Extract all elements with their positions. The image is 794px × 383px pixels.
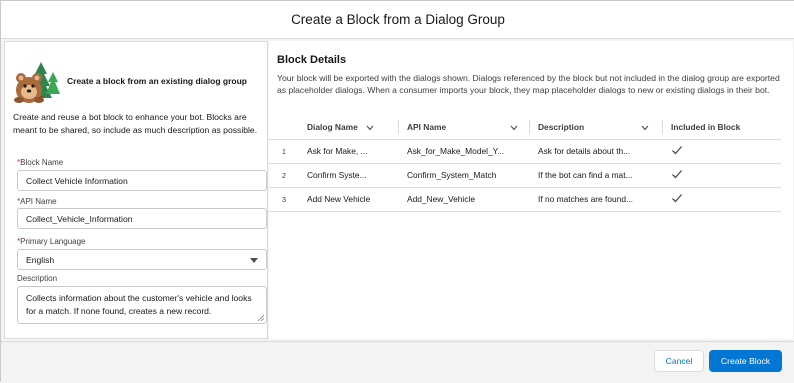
block-form-panel: Create a block from an existing dialog g…	[4, 41, 268, 339]
checkmark-icon	[672, 170, 682, 179]
resize-handle-icon[interactable]	[257, 314, 264, 321]
row-number: 2	[269, 163, 299, 188]
block-details-panel: Block Details Your block will be exporte…	[269, 41, 793, 339]
row-number-header	[269, 115, 299, 140]
api-name-cell: Add_New_Vehicle	[399, 187, 530, 212]
intro-text: Create and reuse a bot block to enhance …	[13, 112, 258, 135]
modal-title: Create a Block from a Dialog Group	[291, 12, 505, 27]
api-name-cell: Confirm_System_Match	[399, 163, 530, 188]
description-value: Collects information about the customer'…	[26, 293, 252, 316]
caret-down-icon	[250, 258, 258, 263]
create-block-modal: Create a Block from a Dialog Group Creat…	[0, 0, 794, 383]
intro-heading: Create a block from an existing dialog g…	[67, 76, 247, 86]
block-name-label: *Block Name	[17, 158, 63, 167]
dialog-name-header-label: Dialog Name	[307, 121, 358, 132]
api-name-column-header[interactable]: API Name	[399, 115, 530, 140]
chevron-down-icon[interactable]	[641, 125, 649, 131]
primary-language-select[interactable]: English	[17, 249, 267, 270]
description-cell: If the bot can find a mat...	[530, 163, 663, 188]
description-column-header[interactable]: Description	[530, 115, 663, 140]
block-name-input[interactable]: Collect Vehicle Information	[17, 170, 267, 191]
table-row: 3 Add New Vehicle Add_New_Vehicle If no …	[269, 187, 781, 212]
included-cell	[663, 187, 781, 212]
modal-body: Create a block from an existing dialog g…	[1, 39, 794, 341]
description-label: Description	[17, 274, 58, 283]
primary-language-label-text: Primary Language	[20, 237, 86, 246]
description-header-label: Description	[538, 121, 585, 132]
cancel-button[interactable]: Cancel	[654, 350, 704, 372]
dialogs-table: Dialog Name API Name Description Include…	[269, 115, 781, 212]
table-row: 1 Ask for Make, ... Ask_for_Make_Model_Y…	[269, 139, 781, 164]
block-details-title: Block Details	[277, 54, 347, 66]
api-name-header-label: API Name	[407, 121, 447, 132]
dialog-name-cell: Confirm Syste...	[299, 163, 399, 188]
intro-header: Create a block from an existing dialog g…	[11, 58, 267, 108]
api-name-label: *API Name	[17, 197, 57, 206]
table-header-row: Dialog Name API Name Description Include…	[269, 115, 781, 140]
astro-mascot-icon	[14, 62, 60, 103]
included-cell	[663, 163, 781, 188]
description-cell: Ask for details about th...	[530, 139, 663, 164]
row-number: 1	[269, 139, 299, 164]
description-textarea[interactable]: Collects information about the customer'…	[17, 286, 267, 324]
api-name-label-text: API Name	[20, 197, 57, 206]
api-name-input[interactable]: Collect_Vehicle_Information	[17, 208, 267, 229]
create-block-button[interactable]: Create Block	[709, 350, 782, 372]
table-row: 2 Confirm Syste... Confirm_System_Match …	[269, 163, 781, 188]
dialog-name-column-header[interactable]: Dialog Name	[299, 115, 399, 140]
dialog-name-cell: Ask for Make, ...	[299, 139, 399, 164]
modal-header: Create a Block from a Dialog Group	[1, 1, 794, 39]
description-cell: If no matches are found...	[530, 187, 663, 212]
modal-footer: Cancel Create Block	[1, 341, 794, 383]
chevron-down-icon[interactable]	[510, 125, 518, 131]
row-number: 3	[269, 187, 299, 212]
block-details-description: Your block will be exported with the dia…	[277, 73, 780, 96]
included-column-header: Included in Block	[663, 115, 781, 140]
api-name-cell: Ask_for_Make_Model_Y...	[399, 139, 530, 164]
included-header-label: Included in Block	[671, 121, 741, 132]
dialog-name-cell: Add New Vehicle	[299, 187, 399, 212]
primary-language-label: *Primary Language	[17, 237, 86, 246]
block-name-label-text: Block Name	[20, 158, 64, 167]
included-cell	[663, 139, 781, 164]
checkmark-icon	[672, 146, 682, 155]
checkmark-icon	[672, 194, 682, 203]
primary-language-value: English	[26, 255, 55, 265]
chevron-down-icon[interactable]	[366, 125, 374, 131]
